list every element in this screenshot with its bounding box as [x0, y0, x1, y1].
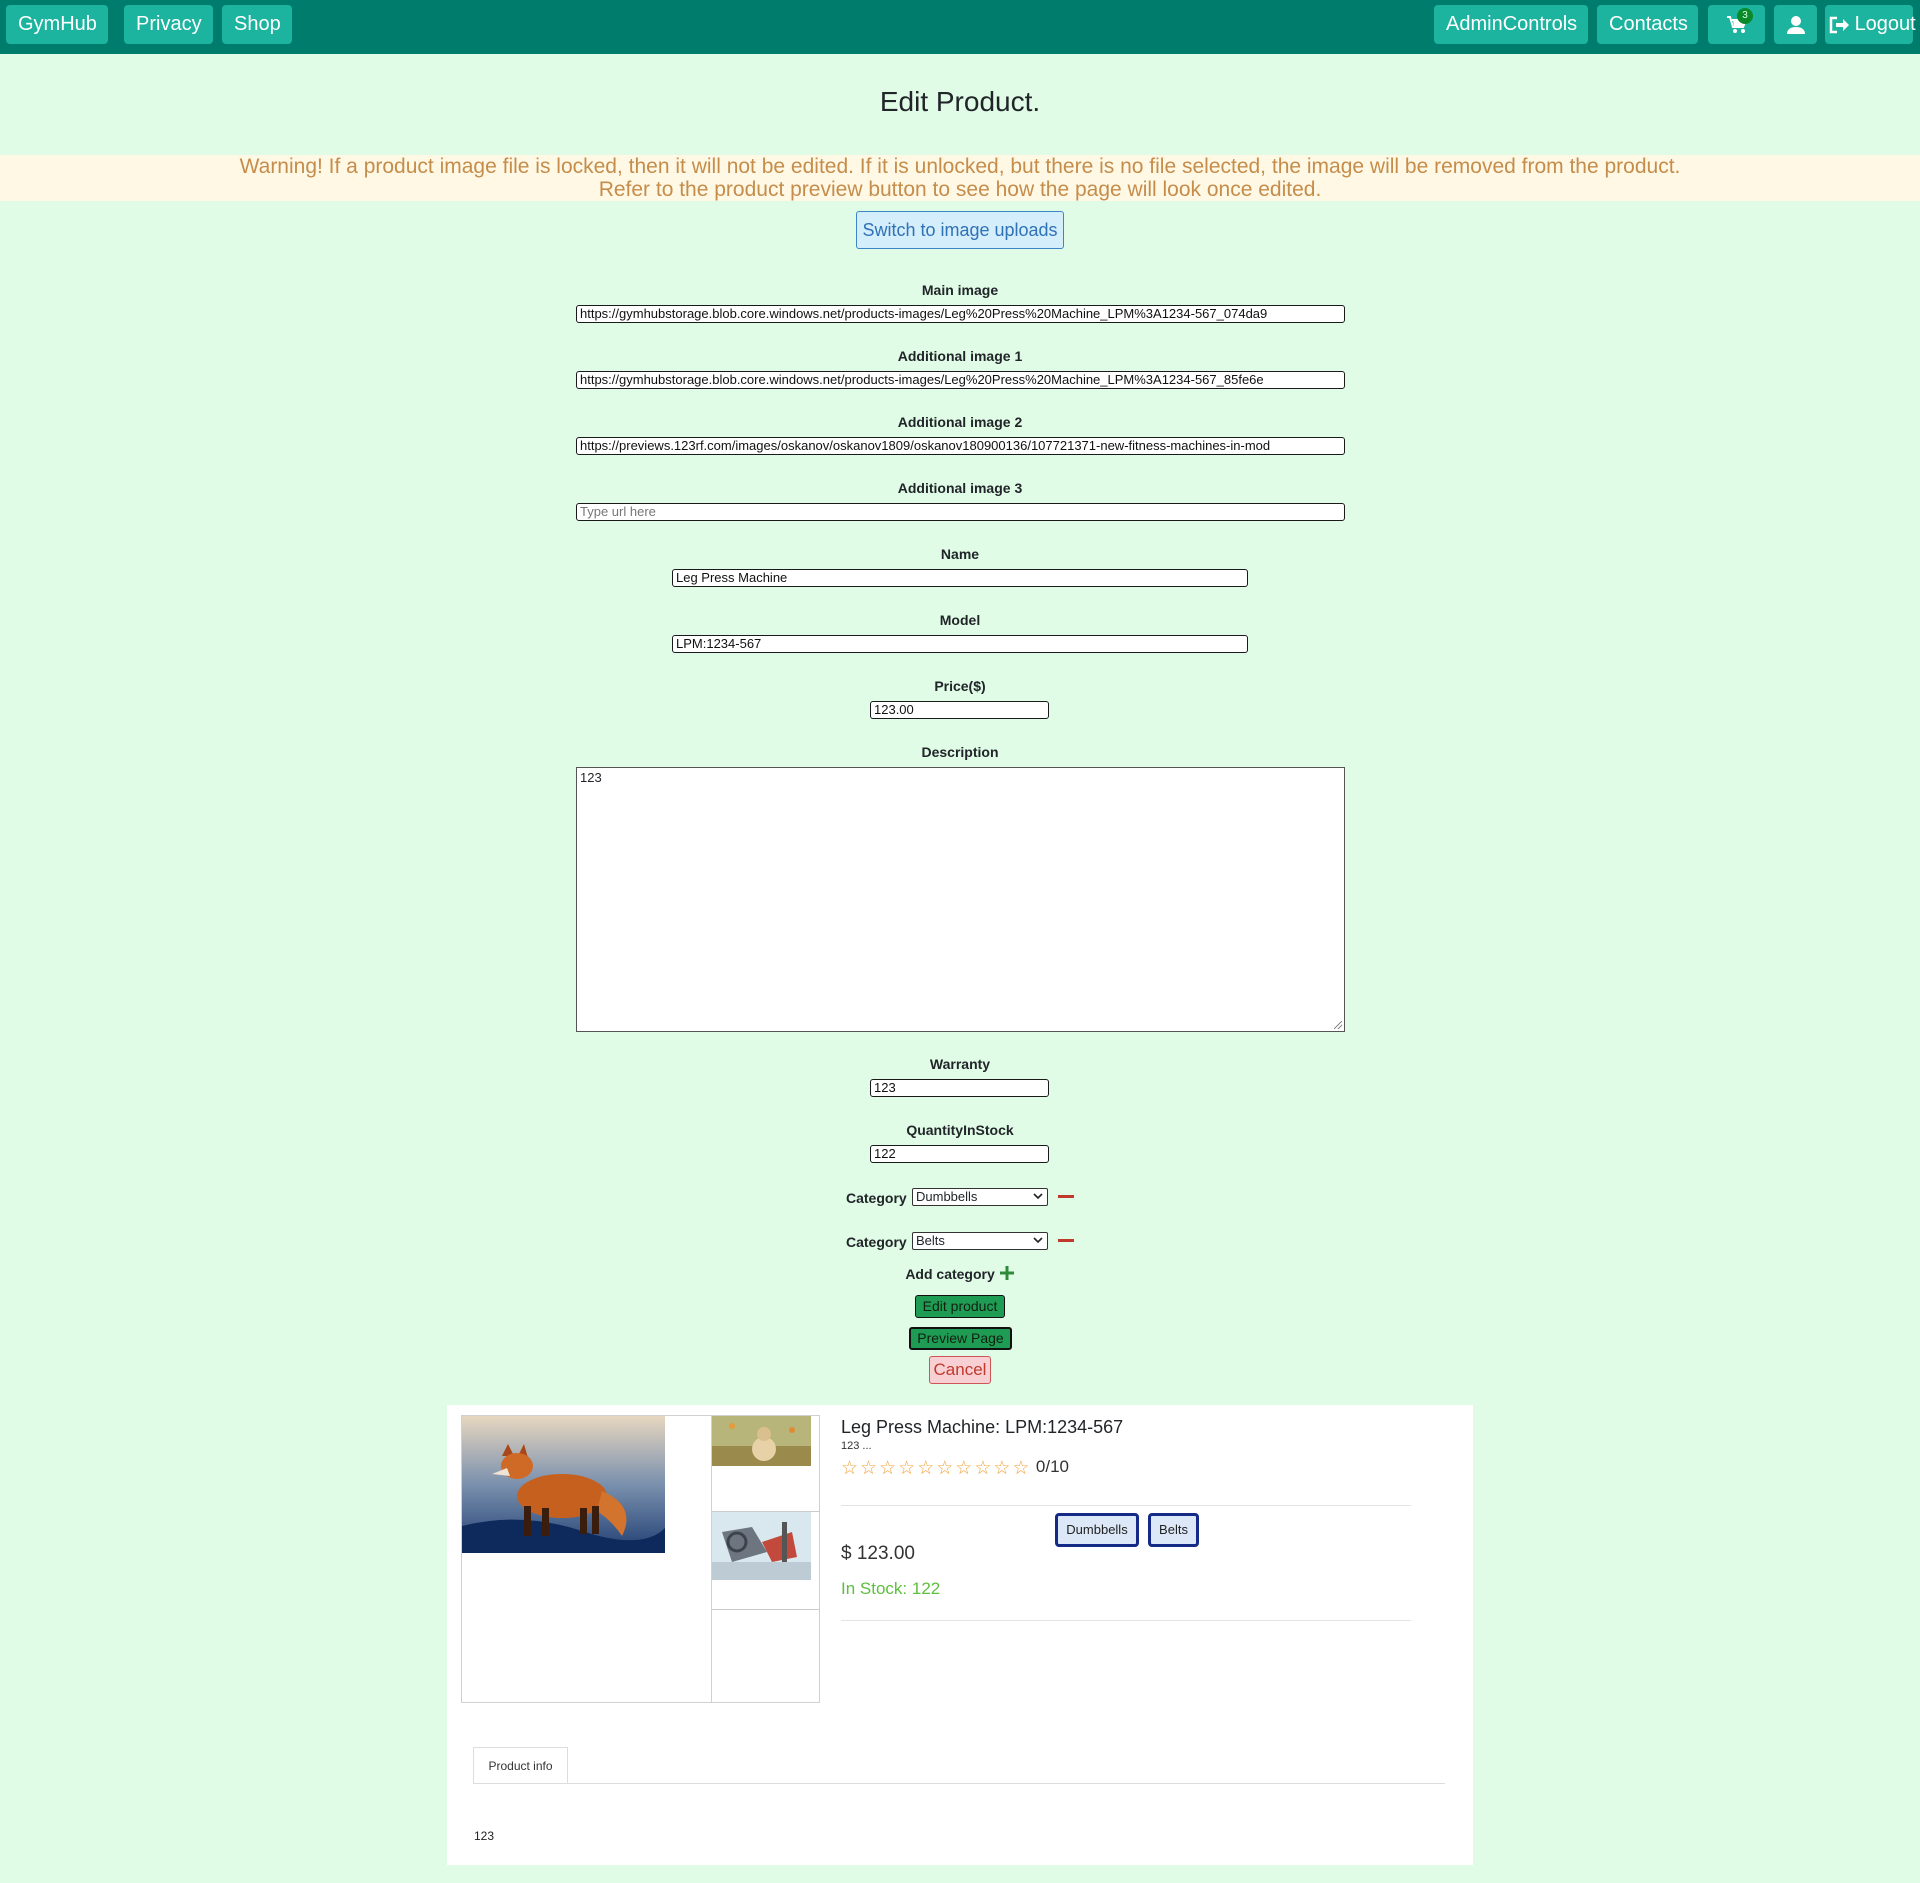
page-title: Edit Product.	[879, 86, 1041, 117]
main-image-url-input[interactable]: https://gymhubstorage.blob.core.windows.…	[576, 305, 1345, 323]
thumbnail-column	[711, 1416, 820, 1702]
description-text: 123	[580, 770, 602, 785]
star-empty-icon: ☆	[955, 1458, 975, 1479]
navbar: GymHub Privacy Shop AdminControls Contac…	[0, 0, 1920, 54]
star-empty-icon: ☆	[841, 1458, 861, 1479]
admin-controls-link[interactable]: AdminControls	[1434, 5, 1588, 44]
tab-underline	[473, 1783, 1445, 1784]
shop-link[interactable]: Shop	[222, 5, 292, 44]
additional-image-3-label: Additional image 3	[897, 480, 1023, 496]
user-icon	[1786, 13, 1805, 35]
preview-page-button[interactable]: Preview Page	[909, 1327, 1012, 1350]
preview-product-title: Leg Press Machine: LPM:1234-567	[841, 1417, 1124, 1437]
plus-icon[interactable]	[999, 1265, 1015, 1284]
add-category-label: Add category	[905, 1266, 995, 1282]
image-gallery	[461, 1415, 820, 1703]
model-input[interactable]: LPM:1234-567	[672, 635, 1248, 653]
star-empty-icon: ☆	[936, 1458, 956, 1479]
preview-price: $ 123.00	[841, 1543, 915, 1564]
warranty-label: Warranty	[929, 1056, 991, 1072]
model-label: Model	[939, 612, 981, 628]
thumbnail-image-2[interactable]	[712, 1512, 811, 1580]
thumbnail-divider	[712, 1609, 820, 1610]
category-label: Category	[846, 1190, 907, 1206]
warranty-input[interactable]: 123	[870, 1079, 1049, 1097]
category-tag[interactable]: Belts	[1148, 1513, 1199, 1547]
category-tag[interactable]: Dumbbells	[1055, 1513, 1139, 1547]
product-preview-card: Leg Press Machine: LPM:1234-567 123 ... …	[447, 1405, 1473, 1865]
category-selected-value: Dumbbells	[916, 1189, 978, 1204]
rating-stars: ☆☆☆☆☆☆☆☆☆☆ 0/10	[841, 1457, 1070, 1479]
chevron-down-icon	[1033, 1193, 1043, 1200]
category-row: Category Dumbbells	[846, 1188, 1086, 1208]
warning-line-1: Warning! If a product image file is lock…	[239, 155, 1681, 178]
logout-label: Logout	[1854, 13, 1916, 35]
contacts-link[interactable]: Contacts	[1597, 5, 1698, 44]
cancel-button[interactable]: Cancel	[929, 1356, 991, 1384]
name-label: Name	[940, 546, 980, 562]
cart-count-badge: 3	[1737, 8, 1753, 24]
brand-link[interactable]: GymHub	[6, 5, 108, 44]
star-empty-icon: ☆	[974, 1458, 994, 1479]
additional-image-2-label: Additional image 2	[897, 414, 1023, 430]
logout-button[interactable]: Logout	[1825, 5, 1916, 44]
star-empty-icon: ☆	[898, 1458, 918, 1479]
additional-image-1-label: Additional image 1	[897, 348, 1023, 364]
privacy-link[interactable]: Privacy	[124, 5, 213, 44]
divider	[841, 1505, 1411, 1506]
category-selected-value: Belts	[916, 1233, 945, 1248]
resize-grip-icon[interactable]	[1334, 1021, 1342, 1029]
name-input[interactable]: Leg Press Machine	[672, 569, 1248, 587]
divider	[841, 1620, 1411, 1621]
category-label: Category	[846, 1234, 907, 1250]
main-product-image[interactable]	[462, 1416, 665, 1553]
preview-description-snippet: 123 ...	[841, 1440, 872, 1452]
cart-button[interactable]: 3	[1708, 5, 1765, 44]
category-select[interactable]: Belts	[912, 1232, 1048, 1250]
warning-banner: Warning! If a product image file is lock…	[0, 155, 1920, 201]
tab-content: 123	[474, 1829, 495, 1843]
switch-to-image-uploads-button[interactable]: Switch to image uploads	[856, 211, 1064, 249]
rating-value: 0/10	[1035, 1457, 1070, 1476]
quantity-input[interactable]: 122	[870, 1145, 1049, 1163]
logout-icon	[1829, 13, 1855, 35]
thumbnail-image-1[interactable]	[712, 1416, 811, 1466]
chevron-down-icon	[1033, 1237, 1043, 1244]
profile-button[interactable]	[1774, 5, 1817, 44]
category-select[interactable]: Dumbbells	[912, 1188, 1048, 1206]
edit-product-button[interactable]: Edit product	[915, 1295, 1005, 1318]
price-label: Price($)	[934, 678, 986, 694]
quantity-label: QuantityInStock	[906, 1122, 1014, 1138]
additional-image-1-url-input[interactable]: https://gymhubstorage.blob.core.windows.…	[576, 371, 1345, 389]
remove-category-icon[interactable]	[1058, 1195, 1074, 1198]
price-input[interactable]: 123.00	[870, 701, 1049, 719]
remove-category-icon[interactable]	[1058, 1239, 1074, 1242]
star-empty-icon: ☆	[917, 1458, 937, 1479]
category-row: Category Belts	[846, 1232, 1086, 1252]
additional-image-2-url-input[interactable]: https://previews.123rf.com/images/oskano…	[576, 437, 1345, 455]
main-image-label: Main image	[921, 282, 999, 298]
star-empty-icon: ☆	[879, 1458, 899, 1479]
tab-product-info[interactable]: Product info	[473, 1747, 568, 1784]
star-empty-icon: ☆	[1012, 1458, 1032, 1479]
warning-line-2: Refer to the product preview button to s…	[598, 178, 1322, 201]
star-empty-icon: ☆	[860, 1458, 880, 1479]
preview-stock: In Stock: 122	[841, 1579, 941, 1598]
star-empty-icon: ☆	[993, 1458, 1013, 1479]
add-category-row: Add category	[0, 1265, 1920, 1284]
additional-image-3-url-input[interactable]: Type url here	[576, 503, 1345, 521]
description-label: Description	[921, 744, 999, 760]
description-textarea[interactable]: 123	[576, 767, 1345, 1032]
